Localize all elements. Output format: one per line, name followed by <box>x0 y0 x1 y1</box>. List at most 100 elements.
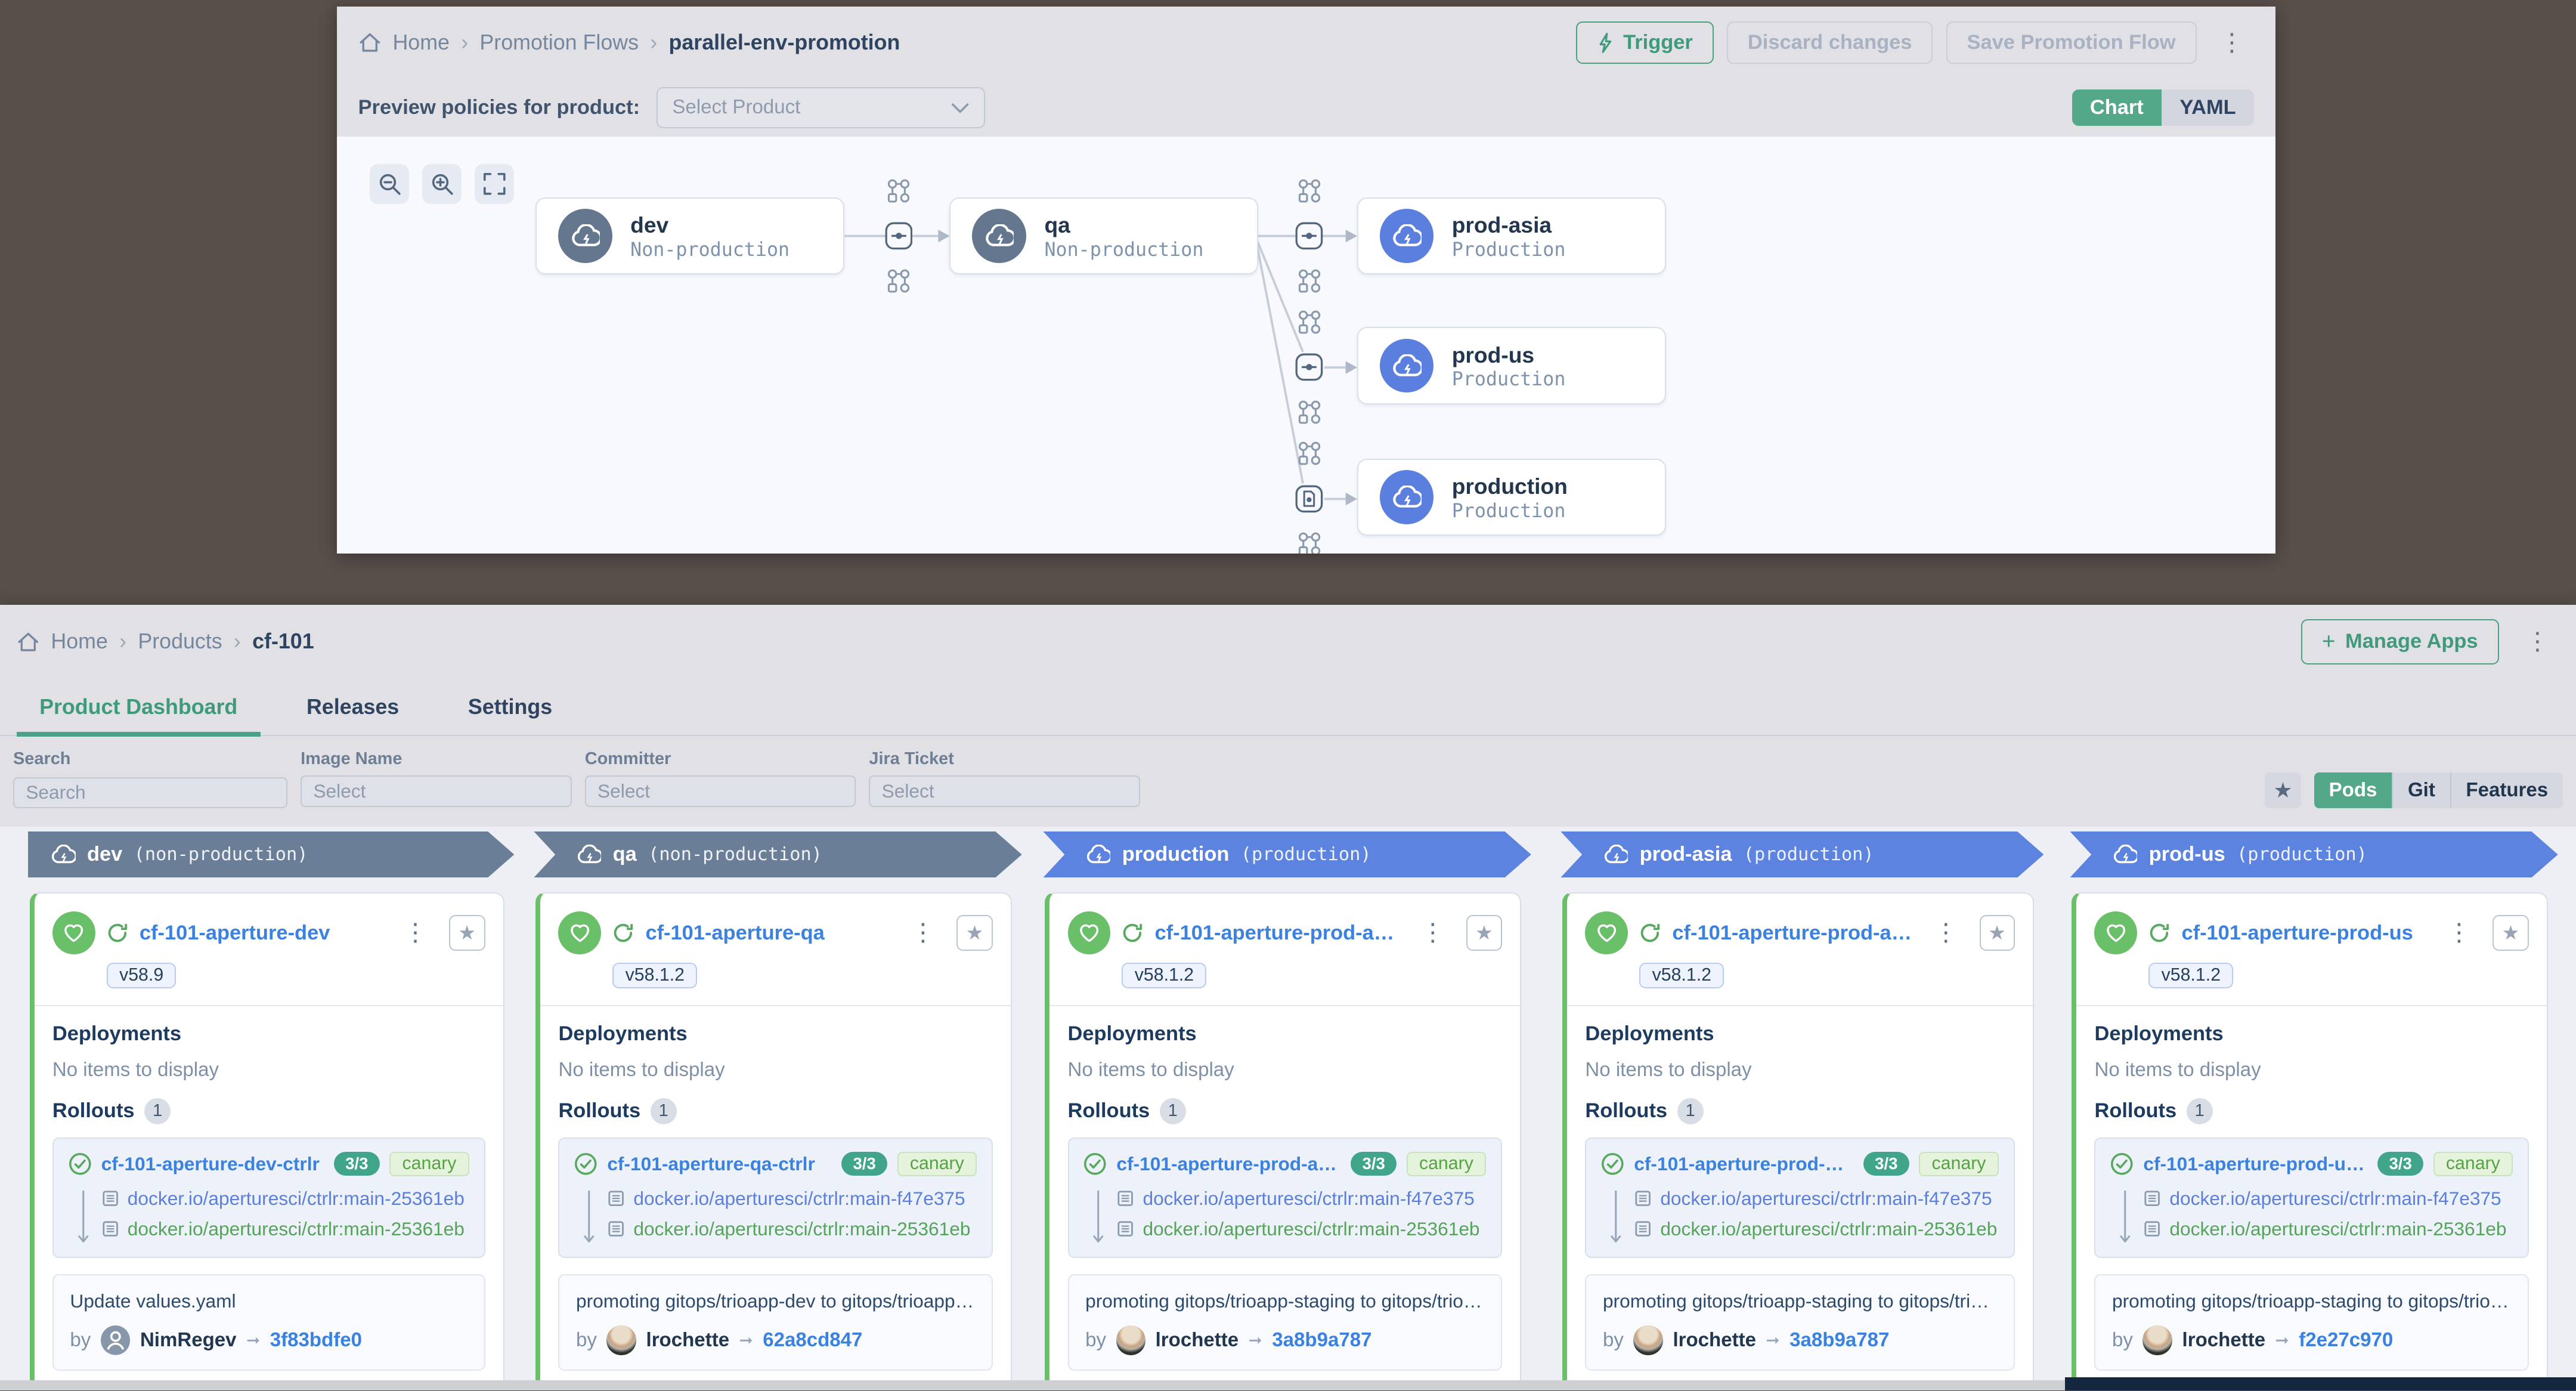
image-link[interactable]: docker.io/aperturesci/ctrlr:main-25361eb <box>1660 1218 1997 1240</box>
rollout-link[interactable]: cf-101-aperture-prod-asia-ctrlr <box>1634 1153 1853 1175</box>
image-link[interactable]: docker.io/aperturesci/ctrlr:main-f47e375 <box>1660 1188 1992 1210</box>
star-icon: ★ <box>1475 921 1493 945</box>
view-git[interactable]: Git <box>2392 772 2450 808</box>
breadcrumb-home[interactable]: Home <box>51 629 108 654</box>
application-link[interactable]: cf-101-aperture-prod-asia <box>1155 922 1400 945</box>
environment-column-header[interactable]: prod-asia (production) <box>1561 831 2044 877</box>
tab-settings[interactable]: Settings <box>445 679 575 735</box>
card-more-options-icon[interactable]: ⋮ <box>1924 920 1968 945</box>
favorites-filter-button[interactable]: ★ <box>2265 772 2301 809</box>
image-link[interactable]: docker.io/aperturesci/ctrlr:main-25361eb <box>2169 1218 2506 1240</box>
zoom-out-button[interactable] <box>370 164 409 203</box>
card-more-options-icon[interactable]: ⋮ <box>393 920 437 945</box>
more-options-icon[interactable]: ⋮ <box>2210 30 2254 55</box>
environment-cloud-icon <box>558 209 612 263</box>
application-link[interactable]: cf-101-aperture-prod-asia <box>1672 922 1912 945</box>
promotion-gate-icon[interactable] <box>885 222 913 250</box>
by-label: by <box>1603 1329 1624 1352</box>
promotion-gate-icon[interactable] <box>1295 353 1323 381</box>
view-pods[interactable]: Pods <box>2314 772 2392 808</box>
by-label: by <box>2112 1329 2133 1352</box>
environment-node-dev[interactable]: dev Non-production <box>535 197 844 274</box>
save-promotion-flow-button[interactable]: Save Promotion Flow <box>1946 21 2197 64</box>
environment-node-production[interactable]: production Production <box>1357 459 1666 536</box>
workflow-placeholder-icon[interactable] <box>1296 178 1323 204</box>
image-link[interactable]: docker.io/aperturesci/ctrlr:main-25361eb <box>633 1218 970 1240</box>
environment-column-header[interactable]: dev (non-production) <box>28 831 515 877</box>
view-features[interactable]: Features <box>2450 772 2563 808</box>
health-heart-icon <box>52 911 95 954</box>
card-more-options-icon[interactable]: ⋮ <box>901 920 945 945</box>
search-input[interactable] <box>13 777 287 808</box>
breadcrumb-products[interactable]: Products <box>138 629 222 654</box>
promotion-policy-step-icon[interactable] <box>1295 485 1323 513</box>
rollout-link[interactable]: cf-101-aperture-qa-ctrlr <box>607 1153 831 1175</box>
application-link[interactable]: cf-101-aperture-qa <box>645 922 889 945</box>
commit-hash-link[interactable]: 3f83bdfe0 <box>270 1329 362 1352</box>
flow-canvas[interactable]: dev Non-production qa Non-production pro… <box>337 137 2275 554</box>
zoom-in-button[interactable] <box>422 164 462 203</box>
image-link[interactable]: docker.io/aperturesci/ctrlr:main-25361eb <box>128 1218 465 1240</box>
environment-column-header[interactable]: prod-us (production) <box>2070 831 2558 877</box>
image-link[interactable]: docker.io/aperturesci/ctrlr:main-f47e375 <box>2169 1188 2501 1210</box>
rollouts-count-badge: 1 <box>1160 1098 1186 1124</box>
manage-apps-button[interactable]: + Manage Apps <box>2301 619 2499 664</box>
image-link[interactable]: docker.io/aperturesci/ctrlr:main-f47e375 <box>633 1188 965 1210</box>
environment-node-qa[interactable]: qa Non-production <box>949 197 1258 274</box>
home-icon[interactable] <box>17 630 40 654</box>
environment-cloud-icon <box>51 845 75 864</box>
discard-changes-button[interactable]: Discard changes <box>1727 21 1933 64</box>
breadcrumb-home[interactable]: Home <box>392 30 450 55</box>
fullscreen-button[interactable] <box>475 164 514 203</box>
favorite-star-button[interactable]: ★ <box>1980 915 2015 951</box>
favorite-star-button[interactable]: ★ <box>956 915 993 951</box>
rollout-link[interactable]: cf-101-aperture-dev-ctrlr <box>101 1153 324 1175</box>
committer-select[interactable]: Select <box>585 775 856 806</box>
home-icon[interactable] <box>358 31 382 54</box>
commit-hash-link[interactable]: 3a8b9a787 <box>1789 1329 1889 1352</box>
workflow-placeholder-icon[interactable] <box>1296 531 1323 554</box>
card-more-options-icon[interactable]: ⋮ <box>1410 920 1454 945</box>
commit-hash-link[interactable]: 3a8b9a787 <box>1272 1329 1371 1352</box>
workflow-placeholder-icon[interactable] <box>886 178 912 204</box>
workflow-placeholder-icon[interactable] <box>1296 399 1323 425</box>
image-link[interactable]: docker.io/aperturesci/ctrlr:main-f47e375 <box>1143 1188 1474 1210</box>
check-circle-icon <box>574 1152 597 1176</box>
jira-ticket-select[interactable]: Select <box>869 775 1140 806</box>
workflow-placeholder-icon[interactable] <box>886 268 912 294</box>
environment-node-prod-us[interactable]: prod-us Production <box>1357 327 1666 404</box>
rollout-link[interactable]: cf-101-aperture-prod-us-ctrlr <box>2143 1153 2367 1175</box>
rollouts-heading: Rollouts 1 <box>1068 1098 1502 1124</box>
application-link[interactable]: cf-101-aperture-prod-us <box>2181 922 2425 945</box>
environment-node-prod-asia[interactable]: prod-asia Production <box>1357 197 1666 274</box>
container-icon <box>1116 1189 1134 1207</box>
deployments-heading: Deployments <box>1068 1022 1502 1046</box>
breadcrumb-promotion-flows[interactable]: Promotion Flows <box>479 30 639 55</box>
card-more-options-icon[interactable]: ⋮ <box>2437 920 2481 945</box>
commit-hash-link[interactable]: f2e27c970 <box>2299 1329 2393 1352</box>
more-options-icon[interactable]: ⋮ <box>2515 629 2559 654</box>
rollouts-heading: Rollouts 1 <box>558 1098 992 1124</box>
commit-hash-link[interactable]: 62a8cd847 <box>763 1329 862 1352</box>
favorite-star-button[interactable]: ★ <box>1466 915 1502 951</box>
toggle-chart[interactable]: Chart <box>2072 89 2162 126</box>
favorite-star-button[interactable]: ★ <box>2493 915 2529 951</box>
trigger-button[interactable]: Trigger <box>1576 21 1714 64</box>
image-name-select[interactable]: Select <box>301 775 572 806</box>
image-link[interactable]: docker.io/aperturesci/ctrlr:main-25361eb <box>128 1188 465 1210</box>
promotion-gate-icon[interactable] <box>1295 222 1323 250</box>
application-link[interactable]: cf-101-aperture-dev <box>140 922 382 945</box>
rollout-link[interactable]: cf-101-aperture-prod-asia-ctrlr <box>1116 1153 1340 1175</box>
environment-column-header[interactable]: qa (non-production) <box>534 831 1021 877</box>
image-link[interactable]: docker.io/aperturesci/ctrlr:main-25361eb <box>1143 1218 1479 1240</box>
workflow-placeholder-icon[interactable] <box>1296 440 1323 466</box>
product-select[interactable]: Select Product <box>657 87 985 128</box>
image-row: docker.io/aperturesci/ctrlr:main-f47e375 <box>607 1188 977 1210</box>
tab-product-dashboard[interactable]: Product Dashboard <box>17 679 261 735</box>
workflow-placeholder-icon[interactable] <box>1296 268 1323 294</box>
environment-column-header[interactable]: production (production) <box>1043 831 1531 877</box>
toggle-yaml[interactable]: YAML <box>2162 89 2254 126</box>
workflow-placeholder-icon[interactable] <box>1296 309 1323 335</box>
tab-releases[interactable]: Releases <box>283 679 422 735</box>
favorite-star-button[interactable]: ★ <box>449 915 485 951</box>
